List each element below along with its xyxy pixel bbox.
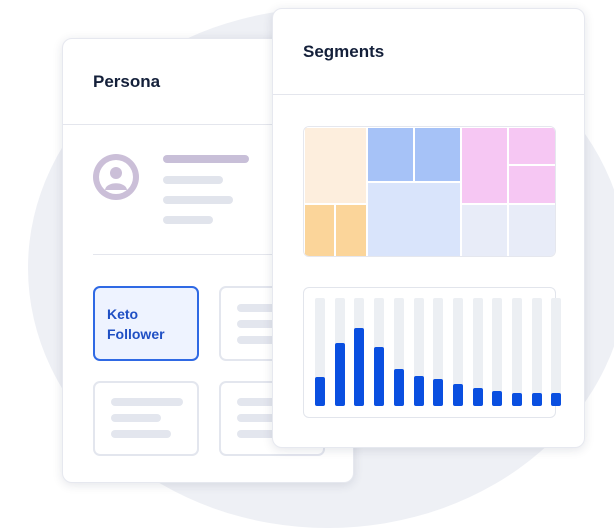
bar-3 [354, 328, 365, 406]
bar-11 [512, 393, 522, 406]
tag-label: Keto Follower [107, 306, 165, 342]
tile-line [237, 320, 277, 328]
treemap-cell [367, 182, 461, 256]
treemap-cell [508, 127, 555, 165]
treemap-cell [508, 165, 555, 204]
treemap-cell [304, 127, 367, 204]
segments-treemap[interactable] [303, 126, 556, 257]
bar-track [512, 298, 522, 406]
bar-7 [433, 379, 444, 406]
treemap-cell [461, 204, 508, 256]
treemap-cell [367, 127, 414, 182]
segments-title: Segments [303, 42, 385, 61]
bar-9 [472, 387, 483, 406]
profile-name-line [163, 155, 249, 163]
treemap-cell [414, 127, 461, 182]
bar-13 [551, 393, 562, 406]
segments-card: Segments [272, 8, 585, 448]
bar-10 [492, 390, 503, 406]
bar-track [492, 298, 503, 406]
treemap-cell [304, 204, 335, 256]
tag-placeholder[interactable] [93, 381, 199, 456]
tile-line [111, 398, 183, 406]
avatar-icon [93, 154, 139, 200]
treemap-cell [335, 204, 367, 256]
profile-line [163, 216, 213, 224]
bar-2 [334, 343, 345, 406]
profile-line [163, 196, 233, 204]
bar-6 [413, 375, 424, 406]
bar-12 [531, 393, 542, 406]
bar-track [531, 298, 542, 406]
bar-4 [374, 346, 385, 406]
bar-1 [315, 376, 325, 406]
profile-line [163, 176, 223, 184]
tile-line [111, 414, 161, 422]
tile-line [111, 430, 171, 438]
segments-header-divider [273, 94, 584, 95]
segments-bar-chart[interactable] [303, 287, 562, 418]
tag-keto-follower[interactable]: Keto Follower [93, 286, 199, 361]
bar-track [551, 298, 562, 406]
persona-title: Persona [93, 72, 161, 91]
bar-8 [452, 384, 463, 406]
treemap-cell [461, 127, 508, 204]
bar-5 [393, 369, 404, 406]
treemap-cell [508, 204, 555, 256]
